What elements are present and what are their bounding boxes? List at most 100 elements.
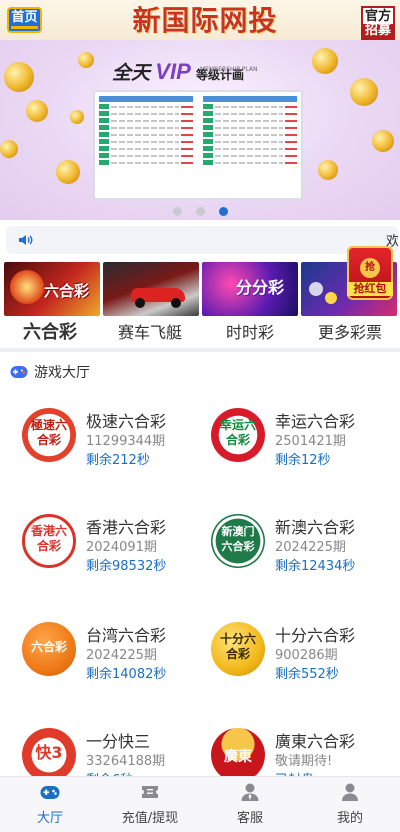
recruit-line1: 官方 [364,9,391,24]
promo-carousel[interactable]: 全天 VIP 等级计画 MEMBERSHIP PLAN [0,40,400,220]
game-logo-text: 廣東 [224,749,252,765]
nav-label: 客服 [236,811,263,826]
game-card-xingyun-liuhecai[interactable]: 幸运六合彩 幸运六合彩 2501421期 剩余12秒 [211,408,400,472]
game-logo-text: 十分六合彩 [219,632,256,661]
header-banner: 首页 新国际网投 官方 招募 [0,0,400,40]
carousel-dot[interactable] [195,207,205,216]
bottom-nav: 大厅 充值/提现 客服 我的 [0,776,400,832]
coin-decoration [78,52,94,68]
coin-decoration [0,140,18,158]
category-banner-label: 六合彩 [44,282,90,300]
vip-subtitle: MEMBERSHIP PLAN [200,66,258,73]
section-divider [0,348,400,352]
car-wheel [135,298,145,308]
customer-service-icon [241,783,259,801]
coin-decoration [56,160,80,184]
game-logo: 幸运六合彩 [211,408,265,462]
carousel-indicators [0,201,400,220]
tab-shishicai[interactable]: 时时彩 [200,318,300,348]
coin-decoration [4,62,34,92]
game-logo-text: 六合彩 [30,640,67,654]
vip-badge: VIP [155,59,191,84]
coin-decoration [372,130,394,152]
game-issue: 2024225期 [275,540,346,555]
game-name: 一分快三 [86,732,151,751]
game-issue: 33264188期 [86,754,166,769]
speaker-icon [19,235,33,245]
nav-deposit-withdraw[interactable]: 充值/提现 [100,777,200,832]
tab-racing[interactable]: 赛车飞艇 [100,318,200,348]
tab-more-lottery[interactable]: 更多彩票 [300,318,400,348]
game-logo-text: 快3 [35,743,63,762]
coin-decoration [350,78,378,106]
game-issue: 2024225期 [86,648,157,663]
game-logo: 廣東 [211,728,265,782]
game-hall-heading: 游戏大厅 [10,362,90,382]
coin-decoration [318,160,338,180]
nav-lobby[interactable]: 大厅 [0,777,100,832]
ball-decoration [325,292,337,304]
game-name: 十分六合彩 [275,626,356,645]
game-name: 廣東六合彩 [275,732,356,751]
carousel-dot-active[interactable] [218,207,228,216]
nav-label: 充值/提现 [121,811,179,826]
ticket-icon [142,786,158,798]
game-name: 幸运六合彩 [275,412,356,431]
car-wheel [171,298,181,308]
game-name: 新澳六合彩 [275,518,356,537]
game-card-xianggang-liuhecai[interactable]: 香港六合彩 香港六合彩 2024091期 剩余98532秒 [22,514,212,578]
game-countdown: 剩余12434秒 [275,559,356,574]
game-issue: 2024091期 [86,540,157,555]
game-logo: 快3 [22,728,76,782]
game-logo: 極速六合彩 [22,408,76,462]
vip-prefix: 全天 [112,63,151,84]
notice-bar[interactable]: 欢 [6,226,398,254]
tab-liuhecai[interactable]: 六合彩 [0,318,100,348]
category-banner-shishicai[interactable]: 分分彩 [202,262,298,316]
category-banner-liuhecai[interactable]: 六合彩 [4,262,100,316]
coin-decoration [70,110,84,124]
game-logo-text: 新澳门六合彩 [221,525,255,553]
gamepad-icon [10,366,28,378]
game-countdown: 剩余12秒 [275,453,331,468]
coin-decoration [312,48,338,74]
game-card-taiwan-liuhecai[interactable]: 六合彩 台湾六合彩 2024225期 剩余14082秒 [22,622,212,686]
game-issue: 2501421期 [275,434,346,449]
home-button[interactable]: 首页 [7,7,42,33]
category-banner-racing[interactable] [103,262,199,316]
category-banners: 六合彩 分分彩 [0,262,400,318]
game-countdown: 剩余212秒 [86,453,150,468]
game-logo-text: 香港六合彩 [30,524,67,553]
game-issue: 900286期 [275,648,338,663]
home-button-strip [11,26,38,29]
category-banner-label: 分分彩 [236,278,285,297]
site-title: 新国际网投 [132,4,278,37]
nav-customer-service[interactable]: 客服 [200,777,300,832]
recruit-badge[interactable]: 官方 招募 [361,6,395,40]
game-card-shifen-liuhecai[interactable]: 十分六合彩 十分六合彩 900286期 剩余552秒 [211,622,400,686]
category-tabs: 六合彩 赛车飞艇 时时彩 更多彩票 [0,318,400,348]
game-logo: 香港六合彩 [22,514,76,568]
game-name: 台湾六合彩 [86,626,167,645]
coin-decoration [26,100,48,122]
user-icon [342,783,358,801]
game-countdown: 剩余552秒 [275,667,339,682]
ball-decoration [309,282,323,296]
game-name: 香港六合彩 [86,518,167,537]
gamepad-icon [40,786,60,799]
game-issue: 11299344期 [86,434,166,449]
game-issue: 敬请期待! [275,754,333,769]
coin-decoration [10,270,44,304]
carousel-dot[interactable] [172,207,182,216]
game-logo: 六合彩 [22,622,76,676]
game-card-jisu-liuhecai[interactable]: 極速六合彩 极速六合彩 11299344期 剩余212秒 [22,408,212,472]
game-logo: 新澳门六合彩 [211,514,265,568]
red-packet-coin: 抢 [360,258,380,278]
nav-profile[interactable]: 我的 [300,777,400,832]
game-countdown: 剩余98532秒 [86,559,167,574]
game-logo: 十分六合彩 [211,622,265,676]
game-name: 极速六合彩 [86,412,167,431]
red-packet-button[interactable]: 抢 抢红包 [347,246,393,300]
game-card-xinao-liuhecai[interactable]: 新澳门六合彩 新澳六合彩 2024225期 剩余12434秒 [211,514,400,578]
vip-table-right [203,96,297,190]
